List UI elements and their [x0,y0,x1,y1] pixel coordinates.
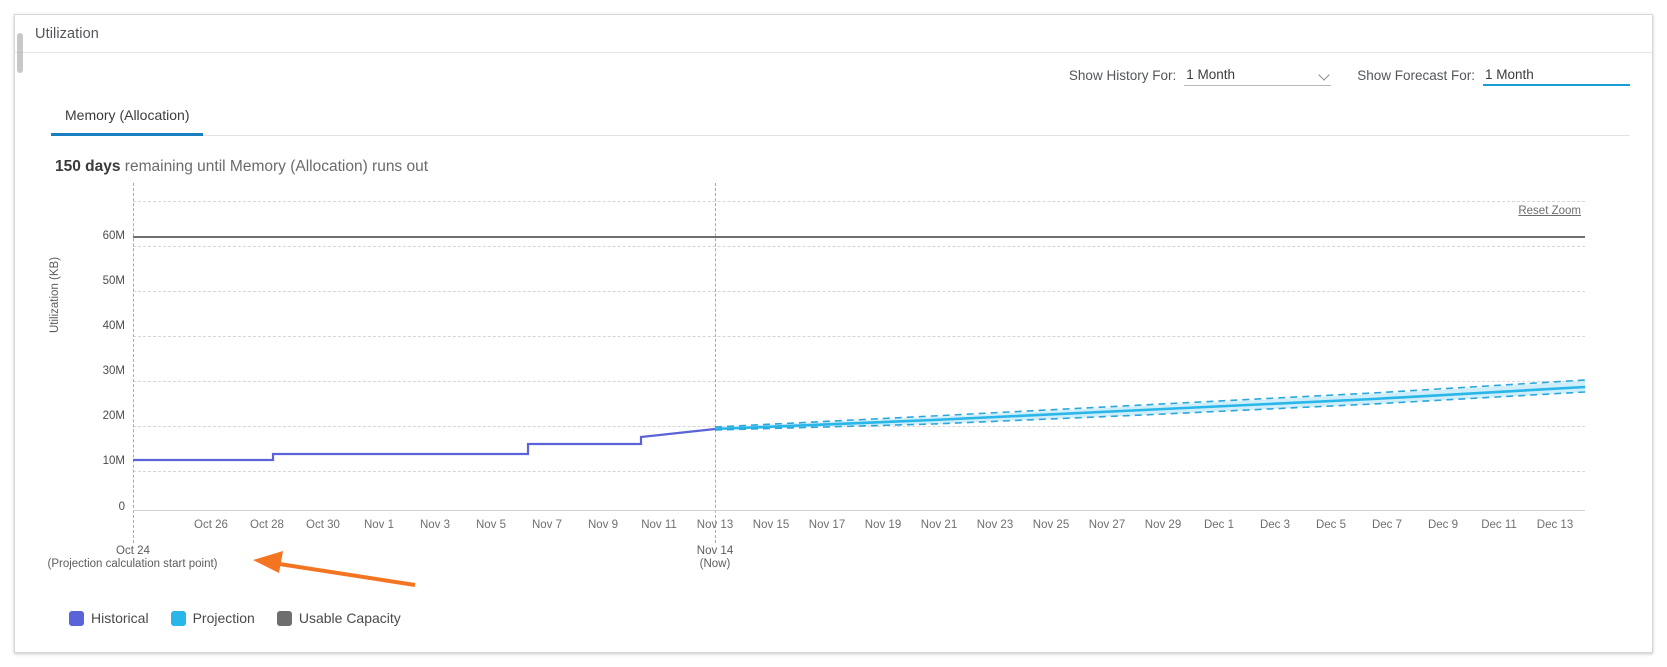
x-tick-1: Oct 28 [250,519,284,531]
legend-label-projection: Projection [193,610,255,626]
gridline [133,291,1585,292]
x-tick-4: Nov 3 [420,519,450,531]
chart-controls: Show History For: 1 Month Show Forecast … [1069,67,1630,86]
x-tick-12: Nov 19 [865,519,901,531]
x-tick-20: Dec 5 [1316,519,1346,531]
projection-start-marker-note: (Projection calculation start point) [15,558,250,571]
y-tick-10m: 10M [103,455,125,467]
x-tick-23: Dec 11 [1481,519,1517,531]
x-tick-5: Nov 5 [476,519,506,531]
x-tick-0: Oct 26 [194,519,228,531]
x-tick-18: Dec 1 [1204,519,1234,531]
projection-confidence-band [715,381,1585,430]
scrollbar-thumb[interactable] [17,33,23,73]
x-tick-24: Dec 13 [1537,519,1573,531]
reset-zoom-link[interactable]: Reset Zoom [1518,205,1581,217]
show-forecast-value: 1 Month [1485,67,1618,82]
page-title: Utilization [35,26,99,42]
forecast-headline: 150 days remaining until Memory (Allocat… [55,158,428,176]
legend-label-usable-capacity: Usable Capacity [299,610,401,626]
x-axis-ticks: Oct 26 Oct 28 Oct 30 Nov 1 Nov 3 Nov 5 N… [133,519,1585,539]
y-tick-50m: 50M [103,275,125,287]
x-tick-9: Nov 13 [697,519,733,531]
x-tick-11: Nov 17 [809,519,845,531]
utilization-panel: Utilization Show History For: 1 Month Sh… [14,14,1653,653]
chart-legend: Historical Projection Usable Capacity [69,610,401,626]
show-history-select[interactable]: 1 Month [1184,67,1331,86]
now-marker-line [715,183,716,543]
legend-item-usable-capacity[interactable]: Usable Capacity [277,610,401,626]
x-tick-21: Dec 7 [1372,519,1402,531]
gridline [133,426,1585,427]
y-axis-ticks: 60M 50M 40M 30M 20M 10M 0 [55,183,133,511]
projection-lower-bound-line [715,392,1585,430]
legend-swatch-icon [69,611,84,626]
panel-header: Utilization [15,15,1652,53]
x-tick-3: Nov 1 [364,519,394,531]
x-tick-19: Dec 3 [1260,519,1290,531]
y-tick-30m: 30M [103,365,125,377]
gridline [133,381,1585,382]
projection-upper-bound-line [715,380,1585,427]
gridline [133,246,1585,247]
projection-start-marker-line [133,183,134,543]
tab-bar: Memory (Allocation) [51,103,1630,136]
days-remaining-text: remaining until Memory (Allocation) runs… [121,158,429,175]
legend-swatch-icon [277,611,292,626]
x-tick-15: Nov 25 [1033,519,1069,531]
y-tick-60m: 60M [103,230,125,242]
projection-start-marker-date: Oct 24 [97,545,169,558]
tab-memory-allocation[interactable]: Memory (Allocation) [51,103,203,136]
gridline [133,336,1585,337]
x-tick-10: Nov 15 [753,519,789,531]
show-history-label: Show History For: [1069,68,1176,86]
legend-item-projection[interactable]: Projection [171,610,255,626]
y-tick-20m: 20M [103,410,125,422]
usable-capacity-line [133,236,1585,238]
x-tick-16: Nov 27 [1089,519,1125,531]
y-tick-0: 0 [119,501,125,513]
utilization-chart: Utilization (KB) 60M 50M 40M 30M 20M 10M… [55,183,1615,603]
x-tick-2: Oct 30 [306,519,340,531]
legend-item-historical[interactable]: Historical [69,610,149,626]
now-marker-note: (Now) [679,558,751,571]
chevron-down-icon [1319,69,1331,81]
x-tick-8: Nov 11 [641,519,677,531]
plot-area[interactable]: Reset Zoom [133,189,1585,511]
show-forecast-label: Show Forecast For: [1357,68,1475,86]
now-marker-date: Nov 14 [679,545,751,558]
days-remaining-value: 150 days [55,158,121,175]
show-forecast-select[interactable]: 1 Month [1483,67,1630,86]
show-forecast-control: Show Forecast For: 1 Month [1357,67,1630,86]
legend-swatch-icon [171,611,186,626]
show-history-control: Show History For: 1 Month [1069,67,1331,86]
x-axis-line [133,510,1585,511]
show-history-value: 1 Month [1186,67,1319,82]
x-tick-7: Nov 9 [588,519,618,531]
x-tick-14: Nov 23 [977,519,1013,531]
x-tick-22: Dec 9 [1428,519,1458,531]
x-tick-13: Nov 21 [921,519,957,531]
y-tick-40m: 40M [103,320,125,332]
gridline [133,201,1585,202]
projection-series-line [715,387,1585,429]
gridline [133,471,1585,472]
x-tick-6: Nov 7 [532,519,562,531]
legend-label-historical: Historical [91,610,149,626]
x-tick-17: Nov 29 [1145,519,1181,531]
historical-series-line [133,429,715,460]
